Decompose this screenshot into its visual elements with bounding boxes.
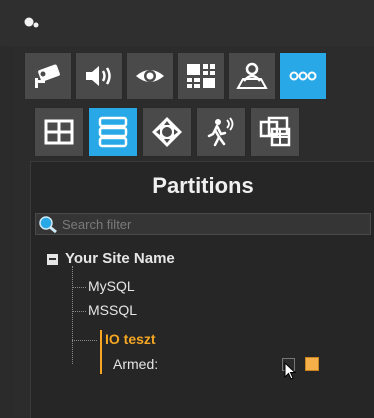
tree-item-mysql[interactable]: MySQL	[88, 278, 135, 294]
title-bar	[0, 0, 374, 46]
speaker-icon	[86, 66, 111, 86]
layout-grid-icon	[187, 64, 215, 88]
audio-tab[interactable]	[75, 52, 123, 100]
partitions-list-icon	[98, 116, 128, 148]
mouse-pointer-icon	[284, 362, 296, 380]
camera-icon	[35, 64, 60, 88]
map-tab[interactable]	[228, 52, 276, 100]
armed-label: Armed:	[113, 356, 159, 372]
tree-item-io-teszt[interactable]: IO teszt	[105, 331, 156, 347]
partition-tree: Your Site Name MySQL MSSQL IO teszt Arme…	[31, 162, 374, 418]
tree-connector	[72, 311, 86, 312]
ptz-tab[interactable]	[142, 107, 192, 157]
more-tab[interactable]	[279, 52, 327, 100]
tree-item-mssql[interactable]: MSSQL	[88, 302, 137, 318]
multi-window-tab[interactable]	[250, 107, 300, 157]
tree-connector	[72, 266, 73, 364]
sub-toolbar	[34, 107, 300, 159]
main-toolbar	[24, 52, 327, 103]
partitions-panel: Partitions Your Site Name MySQL MSSQL IO…	[30, 161, 374, 418]
motion-runner-icon	[207, 117, 234, 147]
map-user-icon	[236, 62, 268, 89]
partitions-tab[interactable]	[88, 107, 138, 157]
eye-icon	[136, 70, 164, 82]
window-grid-icon	[44, 119, 74, 145]
selection-marker	[100, 330, 102, 374]
tree-site-node[interactable]: Your Site Name	[65, 250, 175, 267]
more-icon	[289, 71, 317, 81]
camera-tab[interactable]	[24, 52, 72, 100]
view-tab[interactable]	[126, 52, 174, 100]
tree-connector	[72, 340, 97, 341]
tree-connector	[72, 287, 86, 288]
armed-state-indicator	[305, 357, 319, 371]
window-grid-tab[interactable]	[34, 107, 84, 157]
ptz-icon	[152, 117, 182, 147]
multi-window-icon	[259, 116, 291, 147]
layout-tab[interactable]	[177, 52, 225, 100]
collapse-toggle[interactable]	[47, 254, 58, 265]
motion-tab[interactable]	[196, 107, 246, 157]
app-logo-icon	[24, 17, 39, 28]
